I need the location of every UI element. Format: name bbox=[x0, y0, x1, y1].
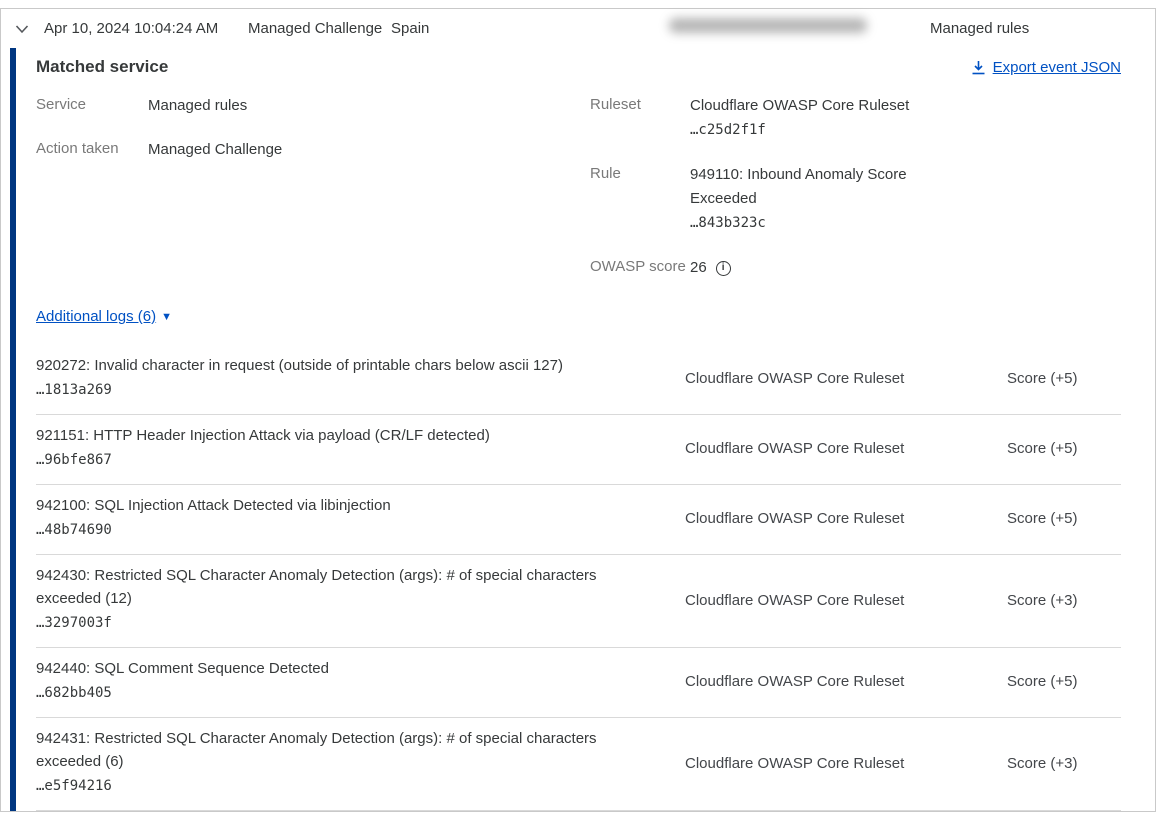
field-label: Ruleset bbox=[590, 94, 690, 143]
log-row: 942440: SQL Comment Sequence Detected …6… bbox=[36, 648, 1121, 718]
rule-hash: …843b323c bbox=[690, 211, 928, 236]
log-rule-cell: 921151: HTTP Header Injection Attack via… bbox=[36, 424, 631, 473]
section-title: Matched service bbox=[36, 57, 168, 77]
log-row: 921151: HTTP Header Injection Attack via… bbox=[36, 415, 1121, 485]
redacted-host-value bbox=[669, 18, 867, 33]
event-action: Managed Challenge bbox=[248, 19, 382, 39]
log-row: 942100: SQL Injection Attack Detected vi… bbox=[36, 485, 1121, 555]
caret-down-icon: ▼ bbox=[161, 311, 172, 323]
owasp-score-value: 26 bbox=[690, 256, 707, 280]
event-timestamp: Apr 10, 2024 10:04:24 AM bbox=[44, 19, 218, 39]
rule-name: 949110: Inbound Anomaly Score Exceeded bbox=[690, 163, 928, 211]
log-ruleset: Cloudflare OWASP Core Ruleset bbox=[631, 755, 971, 772]
log-rule-hash: …96bfe867 bbox=[36, 448, 631, 473]
log-rule-description: 921151: HTTP Header Injection Attack via… bbox=[36, 424, 631, 447]
field-rule: Rule 949110: Inbound Anomaly Score Excee… bbox=[590, 163, 960, 236]
additional-logs-table: 920272: Invalid character in request (ou… bbox=[36, 345, 1121, 811]
log-rule-description: 920272: Invalid character in request (ou… bbox=[36, 354, 631, 377]
log-rule-hash: …e5f94216 bbox=[36, 774, 631, 799]
field-value: Cloudflare OWASP Core Ruleset …c25d2f1f bbox=[690, 94, 928, 143]
log-rule-cell: 942440: SQL Comment Sequence Detected …6… bbox=[36, 657, 631, 706]
log-score: Score (+3) bbox=[971, 755, 1121, 772]
service-fields: Service Managed rules Action taken Manag… bbox=[36, 94, 386, 182]
ruleset-name: Cloudflare OWASP Core Ruleset bbox=[690, 94, 928, 118]
log-score: Score (+5) bbox=[971, 370, 1121, 387]
log-rule-description: 942430: Restricted SQL Character Anomaly… bbox=[36, 564, 631, 610]
log-ruleset: Cloudflare OWASP Core Ruleset bbox=[631, 673, 971, 690]
additional-logs-toggle[interactable]: Additional logs (6) ▼ bbox=[36, 308, 172, 325]
additional-logs-label: Additional logs (6) bbox=[36, 308, 156, 325]
event-detail-panel: Matched service Export event JSON Servic… bbox=[1, 48, 1155, 811]
log-row: 920272: Invalid character in request (ou… bbox=[36, 345, 1121, 415]
field-label: OWASP score bbox=[590, 256, 690, 280]
log-ruleset: Cloudflare OWASP Core Ruleset bbox=[631, 440, 971, 457]
log-score: Score (+5) bbox=[971, 673, 1121, 690]
field-value: Managed rules bbox=[148, 94, 386, 118]
field-label: Service bbox=[36, 94, 148, 118]
log-row: 942430: Restricted SQL Character Anomaly… bbox=[36, 555, 1121, 648]
log-rule-description: 942440: SQL Comment Sequence Detected bbox=[36, 657, 631, 680]
log-rule-hash: …3297003f bbox=[36, 611, 631, 636]
field-value: 26 i bbox=[690, 256, 928, 280]
export-link-label: Export event JSON bbox=[993, 59, 1121, 76]
event-country: Spain bbox=[391, 19, 429, 39]
log-rule-hash: …48b74690 bbox=[36, 518, 631, 543]
event-row-header[interactable]: Apr 10, 2024 10:04:24 AM Managed Challen… bbox=[1, 9, 1155, 48]
download-icon bbox=[971, 60, 986, 75]
log-ruleset: Cloudflare OWASP Core Ruleset bbox=[631, 592, 971, 609]
info-icon[interactable]: i bbox=[716, 261, 731, 276]
log-rule-hash: …1813a269 bbox=[36, 378, 631, 403]
log-row: 942431: Restricted SQL Character Anomaly… bbox=[36, 718, 1121, 811]
log-score: Score (+5) bbox=[971, 440, 1121, 457]
field-ruleset: Ruleset Cloudflare OWASP Core Ruleset …c… bbox=[590, 94, 960, 143]
matched-service-section: Matched service Export event JSON Servic… bbox=[36, 48, 1121, 345]
field-action-taken: Action taken Managed Challenge bbox=[36, 138, 386, 162]
event-service: Managed rules bbox=[930, 19, 1029, 39]
field-service: Service Managed rules bbox=[36, 94, 386, 118]
log-ruleset: Cloudflare OWASP Core Ruleset bbox=[631, 370, 971, 387]
chevron-down-icon[interactable] bbox=[14, 21, 30, 37]
firewall-event-card: Apr 10, 2024 10:04:24 AM Managed Challen… bbox=[0, 8, 1156, 812]
export-event-json-link[interactable]: Export event JSON bbox=[971, 59, 1121, 76]
log-rule-cell: 920272: Invalid character in request (ou… bbox=[36, 354, 631, 403]
log-score: Score (+3) bbox=[971, 592, 1121, 609]
log-rule-cell: 942430: Restricted SQL Character Anomaly… bbox=[36, 564, 631, 636]
log-rule-description: 942431: Restricted SQL Character Anomaly… bbox=[36, 727, 631, 773]
log-score: Score (+5) bbox=[971, 510, 1121, 527]
log-rule-hash: …682bb405 bbox=[36, 681, 631, 706]
log-rule-description: 942100: SQL Injection Attack Detected vi… bbox=[36, 494, 631, 517]
log-rule-cell: 942100: SQL Injection Attack Detected vi… bbox=[36, 494, 631, 543]
log-ruleset: Cloudflare OWASP Core Ruleset bbox=[631, 510, 971, 527]
ruleset-fields: Ruleset Cloudflare OWASP Core Ruleset …c… bbox=[590, 94, 960, 300]
field-owasp-score: OWASP score 26 i bbox=[590, 256, 960, 280]
field-label: Action taken bbox=[36, 138, 148, 162]
log-rule-cell: 942431: Restricted SQL Character Anomaly… bbox=[36, 727, 631, 799]
field-label: Rule bbox=[590, 163, 690, 236]
ruleset-hash: …c25d2f1f bbox=[690, 118, 928, 143]
field-value: Managed Challenge bbox=[148, 138, 386, 162]
field-value: 949110: Inbound Anomaly Score Exceeded …… bbox=[690, 163, 928, 236]
